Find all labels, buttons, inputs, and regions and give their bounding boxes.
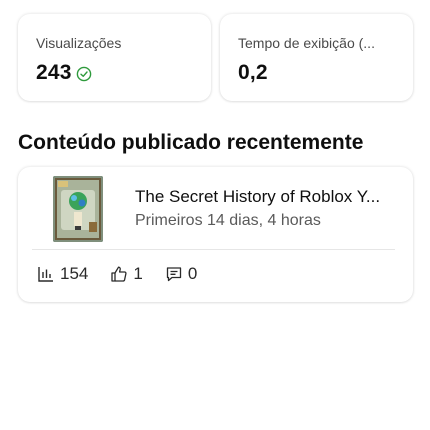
likes-count: 1 (133, 264, 143, 283)
views-metric: 154 (37, 264, 88, 284)
video-metrics: 154 1 0 (37, 264, 219, 284)
watch-time-value-row: 0,2 (238, 61, 268, 85)
bar-chart-icon (37, 265, 55, 283)
views-count: 154 (60, 264, 89, 283)
comment-icon (165, 265, 183, 283)
watch-time-label: Tempo de exibição (... (238, 35, 375, 51)
comments-metric: 0 (165, 264, 197, 284)
video-subtitle: Primeiros 14 dias, 4 horas (135, 212, 321, 229)
check-circle-icon (76, 66, 92, 82)
thumbs-up-icon (110, 265, 128, 283)
watch-time-value: 0,2 (238, 61, 268, 84)
video-title[interactable]: The Secret History of Roblox Y... (135, 187, 399, 207)
views-stat-card[interactable]: Visualizações 243 (18, 14, 211, 101)
divider (32, 249, 395, 250)
views-value: 243 (36, 61, 72, 84)
views-value-row: 243 (36, 61, 92, 85)
comments-count: 0 (187, 264, 198, 283)
watch-time-stat-card[interactable]: Tempo de exibição (... 0,2 (220, 14, 413, 101)
section-title: Conteúdo publicado recentemente (18, 131, 364, 154)
video-thumbnail[interactable] (53, 176, 103, 242)
recent-video-card[interactable]: The Secret History of Roblox Y... Primei… (18, 167, 413, 302)
likes-metric: 1 (110, 264, 143, 284)
views-label: Visualizações (36, 35, 122, 51)
